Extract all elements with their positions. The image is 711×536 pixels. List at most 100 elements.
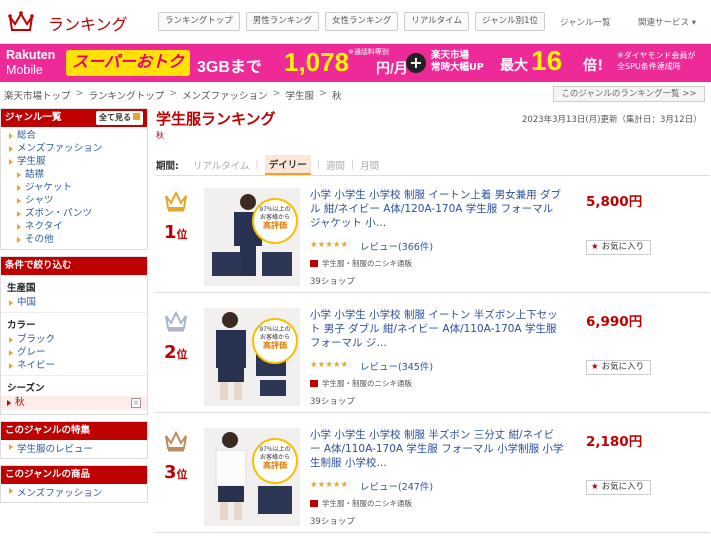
- clear-filter-icon[interactable]: ×: [131, 398, 141, 408]
- max-label: 最大: [500, 57, 528, 73]
- review-count[interactable]: レビュー(366件): [360, 239, 433, 253]
- shop-link[interactable]: 学生服・制服のニシキ通販: [310, 258, 412, 269]
- favorite-button[interactable]: ★ お気に入り: [586, 480, 651, 495]
- genre-link-school-uniform[interactable]: 学生服: [1, 155, 147, 168]
- breadcrumb: 楽天市場トップ > ランキングトップ > メンズファッション > 学生服 > 秋: [4, 88, 341, 102]
- per-month: 円/月: [376, 60, 408, 76]
- shop-badge: 39ショップ: [310, 397, 355, 407]
- genre-link-pants[interactable]: ズボン・パンツ: [1, 207, 147, 220]
- rating-badge: 97%以上の お客様から 高評価: [252, 318, 298, 364]
- feature-header: このジャンルの特集: [1, 422, 147, 440]
- product-title[interactable]: 小学 小学生 小学校 制服 イートン上着 男女兼用 ダブル 紺/ネイビー A体/…: [310, 188, 564, 230]
- updated-date: 2023年3月13日(月)更新（集計日：3月12日）: [522, 115, 702, 125]
- shop-link[interactable]: 学生服・制服のニシキ通販: [310, 378, 412, 389]
- gb-label: 3GBまで: [197, 59, 262, 76]
- review-count[interactable]: レビュー(247件): [360, 479, 433, 493]
- breadcrumb-rakuten-top[interactable]: 楽天市場トップ: [4, 88, 71, 102]
- filter-color-black[interactable]: ブラック: [1, 333, 147, 346]
- genre-link-necktie[interactable]: ネクタイ: [1, 220, 147, 233]
- tab-monthly[interactable]: 月間: [360, 158, 379, 172]
- genre-ranking-list-button[interactable]: このジャンルのランキング一覧 >>: [553, 86, 705, 102]
- favorite-button[interactable]: ★ お気に入り: [586, 240, 651, 255]
- star-rating: ★★★★★: [310, 240, 349, 250]
- filter-header: 条件で絞り込む: [1, 257, 147, 275]
- nav-female-ranking[interactable]: 女性ランキング: [325, 12, 399, 31]
- breadcrumb-current: 秋: [331, 91, 342, 102]
- breadcrumb-sep: >: [75, 88, 84, 99]
- silver-crown-icon: [165, 310, 187, 332]
- filter-box: 条件で絞り込む 生産国 中国 カラー ブラック グレー ネイビー シーズン 秋 ×: [0, 256, 148, 415]
- rating-badge: 97%以上の お客様から 高評価: [252, 198, 298, 244]
- genre-link-jacket[interactable]: ジャケット: [1, 181, 147, 194]
- products-box: このジャンルの商品 メンズファッション: [0, 465, 148, 503]
- page-title: 学生服ランキング: [156, 110, 276, 128]
- subtitle-tag: 秋: [156, 131, 164, 140]
- plus-icon: +: [406, 53, 426, 73]
- ranking-item: 3位 97%以上の お客様から 高評価 小学 小学生 小学校 制服 半ズボン 三分丈…: [156, 420, 710, 533]
- super-otoku-label: スーパーおトク: [66, 50, 190, 76]
- tab-realtime[interactable]: リアルタイム: [193, 158, 250, 172]
- see-all-button[interactable]: 全て見る: [96, 111, 143, 125]
- nav-realtime[interactable]: リアルタイム: [404, 12, 469, 31]
- star-icon: ★: [591, 242, 599, 252]
- product-title[interactable]: 小学 小学生 小学校 制服 半ズボン 三分丈 紺/ネイビー A体/110A-17…: [310, 428, 564, 470]
- times-value: 16: [531, 45, 563, 76]
- nav-ranking-top[interactable]: ランキングトップ: [158, 12, 240, 31]
- rank-number: 1位: [164, 222, 188, 243]
- favorite-button[interactable]: ★ お気に入り: [586, 360, 651, 375]
- season-label: シーズン: [1, 375, 147, 396]
- gold-crown-icon: [165, 190, 187, 212]
- related-services-menu[interactable]: 関連サービス ▾: [638, 16, 696, 28]
- filter-color-navy[interactable]: ネイビー: [1, 359, 147, 372]
- breadcrumb-mens-fashion[interactable]: メンズファッション: [182, 88, 267, 102]
- rakuten-mobile-logo: Rakuten Mobile: [6, 48, 56, 77]
- nav-genre-first[interactable]: ジャンル別1位: [475, 12, 545, 31]
- rank-number: 2位: [164, 342, 188, 363]
- breadcrumb-ranking-top[interactable]: ランキングトップ: [88, 88, 164, 102]
- shop-icon: [310, 260, 318, 267]
- genre-link-overall[interactable]: 総合: [1, 129, 147, 142]
- promo-price: 1,078: [284, 47, 350, 77]
- shop-badge: 39ショップ: [310, 277, 355, 287]
- promo-banner[interactable]: Rakuten Mobile スーパーおトク 3GBまで ※通話料等別 1,078…: [0, 44, 711, 82]
- period-label: 期間:: [156, 160, 179, 172]
- shop-icon: [310, 380, 318, 387]
- products-link-mens-fashion[interactable]: メンズファッション: [1, 484, 147, 502]
- genre-link-tsumeeri[interactable]: 詰襟: [1, 168, 147, 181]
- tab-weekly[interactable]: 週間: [326, 158, 345, 172]
- product-image[interactable]: 97%以上の お客様から 高評価: [204, 428, 300, 526]
- star-icon: ★: [591, 362, 599, 372]
- price-note: ※通話料等別: [348, 48, 389, 56]
- product-price: 6,990円: [586, 314, 643, 330]
- tab-divider: |: [350, 159, 355, 170]
- review-count[interactable]: レビュー(345件): [360, 359, 433, 373]
- tab-daily[interactable]: デイリー: [264, 154, 311, 175]
- feature-box: このジャンルの特集 学生服のレビュー: [0, 421, 148, 459]
- filter-color-gray[interactable]: グレー: [1, 346, 147, 359]
- filter-season-selected[interactable]: 秋 ×: [1, 396, 147, 410]
- genre-box: ジャンル一覧 全て見る 総合 メンズファッション 学生服 詰襟 ジャケット シャ…: [0, 108, 148, 250]
- breadcrumb-sep: >: [272, 88, 281, 99]
- nav-male-ranking[interactable]: 男性ランキング: [245, 12, 319, 31]
- genre-link-mens-fashion[interactable]: メンズファッション: [1, 142, 147, 155]
- rating-badge: 97%以上の お客様から 高評価: [252, 438, 298, 484]
- diamond-note: ※ダイヤモンド会員が 全SPU条件達成時: [617, 51, 696, 71]
- sidebar: ジャンル一覧 全て見る 総合 メンズファッション 学生服 詰襟 ジャケット シャ…: [0, 108, 148, 509]
- filter-country-china[interactable]: 中国: [1, 296, 147, 309]
- color-label: カラー: [1, 312, 147, 333]
- ranking-page: ランキング ランキングトップ 男性ランキング 女性ランキング リアルタイム ジャ…: [0, 0, 711, 536]
- feature-link-review[interactable]: 学生服のレビュー: [1, 440, 147, 458]
- genre-link-other[interactable]: その他: [1, 233, 147, 246]
- header-nav: ランキングトップ 男性ランキング 女性ランキング リアルタイム ジャンル別1位: [158, 12, 545, 31]
- product-image[interactable]: 97%以上の お客様から 高評価: [204, 188, 300, 286]
- crown-logo-icon[interactable]: [8, 11, 34, 33]
- genre-list-link[interactable]: ジャンル一覧: [560, 16, 611, 28]
- breadcrumb-sep: >: [169, 88, 178, 99]
- genre-link-shirt[interactable]: シャツ: [1, 194, 147, 207]
- product-image[interactable]: 97%以上の お客様から 高評価: [204, 308, 300, 406]
- breadcrumb-school-uniform[interactable]: 学生服: [285, 88, 314, 102]
- product-title[interactable]: 小学 小学生 小学校 制服 イートン 半ズボン上下セット 男子 ダブル 紺/ネイ…: [310, 308, 564, 350]
- shop-badge: 39ショップ: [310, 517, 355, 527]
- brand-title[interactable]: ランキング: [48, 11, 128, 35]
- shop-link[interactable]: 学生服・制服のニシキ通販: [310, 498, 412, 509]
